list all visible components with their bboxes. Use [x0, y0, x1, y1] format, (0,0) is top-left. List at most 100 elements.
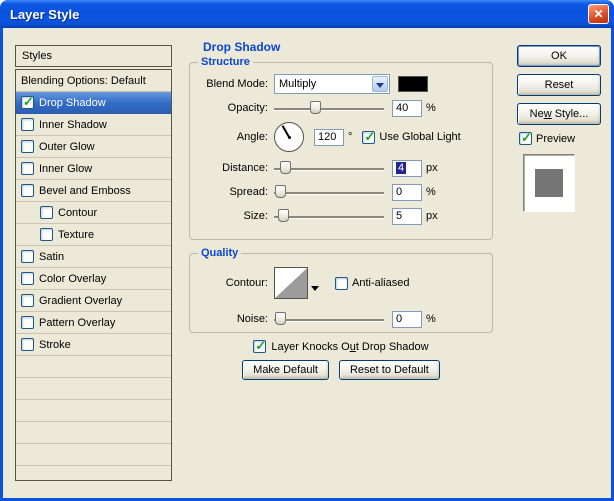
- distance-label: Distance:: [222, 162, 268, 174]
- slider-track[interactable]: [274, 319, 384, 321]
- slider-thumb[interactable]: [277, 209, 289, 222]
- size-unit: px: [426, 210, 438, 222]
- preview-label: Preview: [536, 132, 576, 145]
- style-item-stroke[interactable]: Stroke: [16, 334, 171, 356]
- reset-to-default-button[interactable]: Reset to Default: [338, 360, 440, 380]
- preview-option[interactable]: Preview: [519, 130, 605, 146]
- style-item-label: Contour: [58, 206, 98, 219]
- opacity-slider[interactable]: [274, 100, 384, 116]
- empty-row: [16, 444, 171, 466]
- outer-glow-checkbox[interactable]: [21, 140, 34, 153]
- angle-dial[interactable]: [274, 122, 304, 152]
- spread-input[interactable]: 0: [392, 183, 422, 201]
- inner-glow-checkbox[interactable]: [21, 162, 34, 175]
- style-item-texture[interactable]: Texture: [16, 224, 171, 246]
- style-item-label: Outer Glow: [39, 140, 95, 153]
- blend-mode-select[interactable]: Multiply: [274, 74, 390, 94]
- style-item-blending-options[interactable]: Blending Options: Default: [16, 70, 171, 92]
- contour-checkbox[interactable]: [40, 206, 53, 219]
- slider-thumb[interactable]: [275, 185, 286, 198]
- empty-row: [16, 466, 171, 480]
- distance-value: 4: [396, 161, 407, 174]
- ok-button[interactable]: OK: [517, 45, 601, 67]
- texture-checkbox[interactable]: [40, 228, 53, 241]
- spread-label: Spread:: [229, 186, 268, 198]
- drop-shadow-checkbox[interactable]: [21, 94, 34, 110]
- style-item-color-overlay[interactable]: Color Overlay: [16, 268, 171, 290]
- window-title: Layer Style: [10, 6, 80, 22]
- style-item-outer-glow[interactable]: Outer Glow: [16, 136, 171, 158]
- opacity-unit: %: [426, 102, 436, 114]
- style-item-label: Texture: [58, 228, 95, 241]
- opacity-input[interactable]: 40: [392, 99, 422, 117]
- anti-aliased-option[interactable]: Anti-aliased: [335, 276, 409, 290]
- inner-shadow-checkbox[interactable]: [21, 118, 34, 131]
- gradient-overlay-checkbox[interactable]: [21, 294, 34, 307]
- style-item-label: Color Overlay: [39, 272, 107, 285]
- style-item-contour[interactable]: Contour: [16, 202, 171, 224]
- preview-checkbox[interactable]: [519, 130, 532, 146]
- noise-slider[interactable]: [274, 311, 384, 327]
- empty-row: [16, 356, 171, 378]
- side-column: OK Reset New Style... Preview: [517, 45, 605, 212]
- angle-unit: °: [348, 131, 353, 143]
- layer-knocks-out-option[interactable]: Layer Knocks Out Drop Shadow: [189, 338, 493, 354]
- slider-thumb[interactable]: [275, 312, 286, 325]
- structure-group-label: Structure: [201, 56, 250, 68]
- contour-dropdown-icon[interactable]: [311, 285, 319, 295]
- shadow-color-swatch[interactable]: [398, 76, 428, 92]
- slider-thumb[interactable]: [279, 161, 291, 174]
- chevron-down-icon[interactable]: [372, 76, 388, 92]
- bevel-emboss-checkbox[interactable]: [21, 184, 34, 197]
- style-item-label: Gradient Overlay: [39, 294, 123, 307]
- empty-row: [16, 400, 171, 422]
- quality-group: Quality Contour: Anti-aliased Noise: 0 %: [189, 247, 493, 333]
- style-item-drop-shadow[interactable]: Drop Shadow: [16, 92, 171, 114]
- distance-input[interactable]: 4: [392, 159, 422, 177]
- dialog-body: Styles Blending Options: Default Drop Sh…: [3, 28, 611, 498]
- slider-track[interactable]: [274, 216, 384, 218]
- noise-label: Noise:: [236, 313, 268, 325]
- pattern-overlay-checkbox[interactable]: [21, 316, 34, 329]
- layer-knocks-out-label: Layer Knocks Out Drop Shadow: [271, 340, 429, 353]
- style-item-label: Bevel and Emboss: [39, 184, 131, 197]
- preview-thumbnail: [523, 154, 575, 212]
- anti-aliased-checkbox[interactable]: [335, 276, 348, 290]
- slider-thumb[interactable]: [309, 101, 321, 114]
- size-input[interactable]: 5: [392, 207, 422, 225]
- new-style-button[interactable]: New Style...: [517, 103, 601, 125]
- stroke-checkbox[interactable]: [21, 338, 34, 351]
- structure-group: Structure Blend Mode: Multiply Opacity: …: [189, 56, 493, 240]
- slider-track[interactable]: [274, 108, 384, 110]
- spread-slider[interactable]: [274, 184, 384, 200]
- opacity-value: 40: [396, 101, 409, 114]
- satin-checkbox[interactable]: [21, 250, 34, 263]
- noise-value: 0: [396, 312, 403, 325]
- color-overlay-checkbox[interactable]: [21, 272, 34, 285]
- use-global-light-option[interactable]: Use Global Light: [362, 129, 461, 145]
- style-item-inner-glow[interactable]: Inner Glow: [16, 158, 171, 180]
- close-button[interactable]: [588, 4, 609, 24]
- distance-slider[interactable]: [274, 160, 384, 176]
- slider-track[interactable]: [274, 192, 384, 194]
- style-item-label: Blending Options: Default: [21, 74, 146, 87]
- style-item-satin[interactable]: Satin: [16, 246, 171, 268]
- styles-header-label: Styles: [22, 50, 52, 62]
- size-slider[interactable]: [274, 208, 384, 224]
- noise-input[interactable]: 0: [392, 310, 422, 328]
- title-bar[interactable]: Layer Style: [0, 0, 614, 28]
- contour-picker[interactable]: [274, 267, 308, 299]
- make-default-button[interactable]: Make Default: [242, 360, 329, 380]
- angle-value: 120: [318, 130, 337, 143]
- angle-input[interactable]: 120: [314, 128, 344, 146]
- layer-knocks-out-checkbox[interactable]: [253, 338, 267, 354]
- style-item-bevel-and-emboss[interactable]: Bevel and Emboss: [16, 180, 171, 202]
- styles-list: Blending Options: Default Drop Shadow In…: [15, 69, 172, 481]
- style-item-pattern-overlay[interactable]: Pattern Overlay: [16, 312, 171, 334]
- style-item-gradient-overlay[interactable]: Gradient Overlay: [16, 290, 171, 312]
- style-item-inner-shadow[interactable]: Inner Shadow: [16, 114, 171, 136]
- style-item-label: Pattern Overlay: [39, 316, 116, 329]
- reset-button[interactable]: Reset: [517, 74, 601, 96]
- empty-row: [16, 378, 171, 400]
- use-global-light-checkbox[interactable]: [362, 129, 376, 145]
